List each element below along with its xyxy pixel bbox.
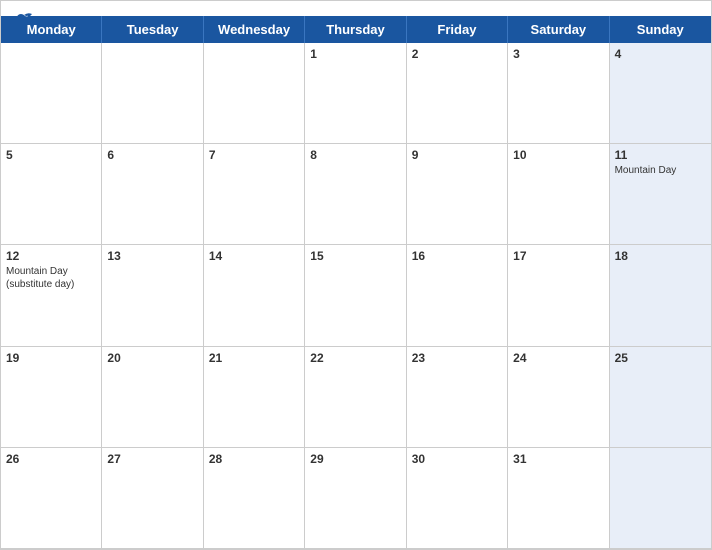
day-header-friday: Friday <box>407 16 508 43</box>
calendar-cell: 1 <box>305 43 406 144</box>
cell-date: 24 <box>513 351 603 365</box>
logo-bird-icon <box>14 11 34 25</box>
calendar-cell: 28 <box>204 448 305 549</box>
calendar-cell: 15 <box>305 245 406 346</box>
calendar-cell: 7 <box>204 144 305 245</box>
cell-date: 12 <box>6 249 96 263</box>
cell-date: 2 <box>412 47 502 61</box>
calendar-cell: 4 <box>610 43 711 144</box>
cell-date: 16 <box>412 249 502 263</box>
cell-date: 14 <box>209 249 299 263</box>
calendar-cell <box>610 448 711 549</box>
cell-date: 6 <box>107 148 197 162</box>
cell-date: 28 <box>209 452 299 466</box>
day-header-tuesday: Tuesday <box>102 16 203 43</box>
calendar-cell: 8 <box>305 144 406 245</box>
calendar-cell: 27 <box>102 448 203 549</box>
calendar-header <box>1 1 711 16</box>
cell-date: 9 <box>412 148 502 162</box>
calendar-cell <box>102 43 203 144</box>
cell-date: 21 <box>209 351 299 365</box>
cell-date: 3 <box>513 47 603 61</box>
cell-date: 5 <box>6 148 96 162</box>
calendar-cell: 20 <box>102 347 203 448</box>
calendar-cell: 23 <box>407 347 508 448</box>
cell-date: 4 <box>615 47 706 61</box>
calendar-cell <box>1 43 102 144</box>
cell-event: Mountain Day <box>615 164 706 177</box>
cell-date: 31 <box>513 452 603 466</box>
calendar-cell: 26 <box>1 448 102 549</box>
calendar-cell: 11 Mountain Day <box>610 144 711 245</box>
calendar-cell: 30 <box>407 448 508 549</box>
calendar-cell: 31 <box>508 448 609 549</box>
calendar-cell: 12 Mountain Day (substitute day) <box>1 245 102 346</box>
calendar-cell: 9 <box>407 144 508 245</box>
cell-date: 25 <box>615 351 706 365</box>
day-header-sunday: Sunday <box>610 16 711 43</box>
calendar-cell: 2 <box>407 43 508 144</box>
cell-date: 10 <box>513 148 603 162</box>
cell-date: 22 <box>310 351 400 365</box>
cell-date: 30 <box>412 452 502 466</box>
calendar-cell: 29 <box>305 448 406 549</box>
cell-date: 7 <box>209 148 299 162</box>
calendar-cell: 16 <box>407 245 508 346</box>
cell-date: 23 <box>412 351 502 365</box>
calendar-cell: 3 <box>508 43 609 144</box>
days-header: MondayTuesdayWednesdayThursdayFridaySatu… <box>1 16 711 43</box>
cell-date: 26 <box>6 452 96 466</box>
cell-date: 19 <box>6 351 96 365</box>
day-header-saturday: Saturday <box>508 16 609 43</box>
calendar-cell: 13 <box>102 245 203 346</box>
day-header-thursday: Thursday <box>305 16 406 43</box>
calendar-container: MondayTuesdayWednesdayThursdayFridaySatu… <box>0 0 712 550</box>
calendar-cell: 5 <box>1 144 102 245</box>
cell-date: 18 <box>615 249 706 263</box>
calendar-cell: 21 <box>204 347 305 448</box>
calendar-cell: 19 <box>1 347 102 448</box>
calendar-cell: 10 <box>508 144 609 245</box>
cell-date: 29 <box>310 452 400 466</box>
cell-date: 8 <box>310 148 400 162</box>
cell-date: 13 <box>107 249 197 263</box>
calendar-grid: 1234567891011Mountain Day12Mountain Day … <box>1 43 711 549</box>
cell-date: 17 <box>513 249 603 263</box>
calendar-cell: 14 <box>204 245 305 346</box>
day-header-wednesday: Wednesday <box>204 16 305 43</box>
cell-date: 27 <box>107 452 197 466</box>
calendar-cell: 17 <box>508 245 609 346</box>
cell-event: Mountain Day (substitute day) <box>6 265 96 291</box>
calendar-cell: 6 <box>102 144 203 245</box>
calendar-cell: 18 <box>610 245 711 346</box>
cell-date: 15 <box>310 249 400 263</box>
cell-date: 11 <box>615 148 706 162</box>
calendar-cell: 22 <box>305 347 406 448</box>
cell-date: 1 <box>310 47 400 61</box>
calendar-cell <box>204 43 305 144</box>
cell-date: 20 <box>107 351 197 365</box>
calendar-cell: 25 <box>610 347 711 448</box>
calendar-cell: 24 <box>508 347 609 448</box>
